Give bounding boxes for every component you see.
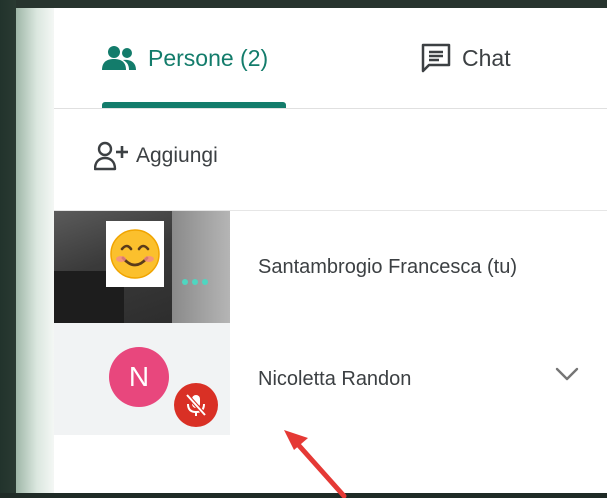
participant-avatar-tile: N	[54, 323, 230, 435]
participant-video-thumbnail	[54, 211, 230, 323]
background-strip	[0, 0, 16, 493]
people-panel: Persone (2) Chat Aggiungi Santambrogio F…	[54, 8, 607, 498]
participant-row[interactable]: N Nicoletta Randon	[54, 323, 607, 435]
tab-people-label: Persone (2)	[148, 44, 269, 71]
participant-name: Santambrogio Francesca (tu)	[258, 255, 518, 278]
tab-chat-label: Chat	[462, 44, 511, 71]
divider	[54, 108, 607, 109]
avatar: N	[109, 347, 169, 407]
mic-off-icon	[174, 383, 218, 427]
chat-icon	[420, 43, 452, 73]
speaking-indicator-icon	[182, 279, 208, 285]
add-people-label: Aggiungi	[136, 144, 218, 167]
background-glow	[16, 0, 54, 493]
tab-chat[interactable]: Chat	[420, 8, 511, 108]
chevron-down-icon[interactable]	[554, 365, 580, 388]
add-people-button[interactable]: Aggiungi	[94, 136, 218, 176]
top-border	[16, 0, 607, 8]
participant-row[interactable]: Santambrogio Francesca (tu)	[54, 211, 607, 323]
participant-name: Nicoletta Randon	[258, 367, 412, 390]
people-icon	[102, 45, 138, 71]
smiley-emoji-icon	[106, 221, 164, 287]
annotation-arrow-icon	[284, 430, 347, 498]
add-person-icon	[94, 140, 130, 172]
tab-people[interactable]: Persone (2)	[102, 8, 268, 108]
tab-bar: Persone (2) Chat	[54, 8, 607, 108]
